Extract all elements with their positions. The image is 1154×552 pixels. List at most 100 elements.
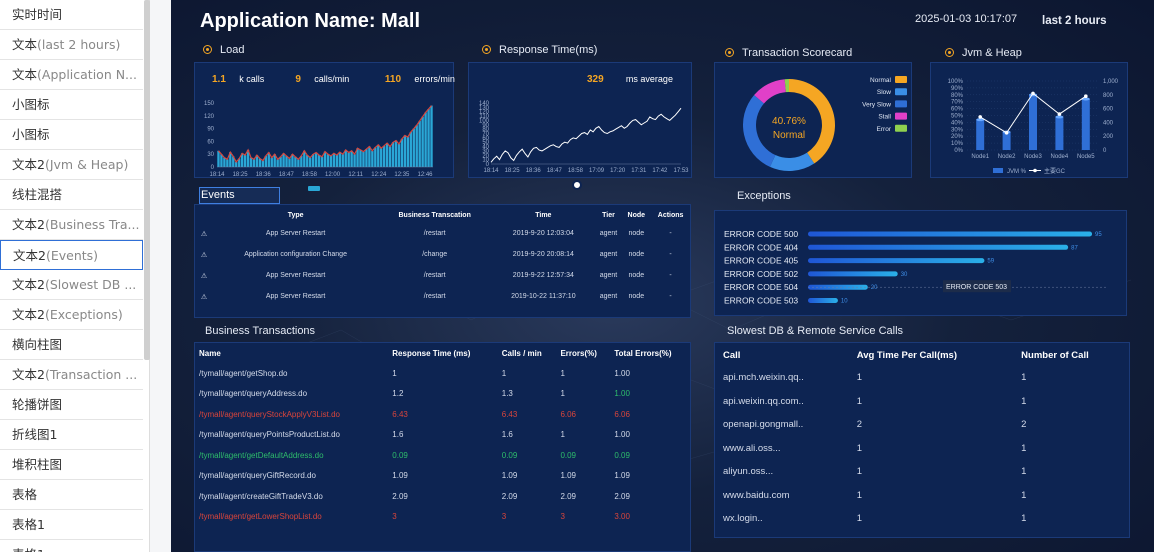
table-row[interactable]: api.weixin.qq.com.. 1 1 [719,390,1130,414]
layer-item[interactable]: 线柱混搭 [0,180,143,210]
layer-item[interactable]: 横向柱图 [0,330,143,360]
column-header: Avg Time Per Call(ms) [856,349,957,361]
load-title-text: Load [220,44,245,56]
load-bar [332,153,336,167]
table-cell[interactable]: - [650,286,691,307]
table-cell[interactable]: - [650,223,691,244]
slowest-table: Call Avg Time Per Call(ms) Number of Call … [719,344,1130,531]
pie-center-label: Normal [773,130,805,141]
load-bar [320,156,324,167]
table-cell[interactable]: - [650,244,691,265]
table-cell: 1 [1021,466,1027,478]
business-table: Name Response Time (ms) Calls / min Errors(… [195,343,692,527]
table-cell: 2.09 [614,491,630,501]
load-bar [365,149,368,167]
value-label: 30 [901,272,908,278]
table-row[interactable]: /tymall/agent/getShop.do 1 1 1 1.00 [195,363,692,384]
exceptions-panel: ERROR CODE 500 95 ERROR CODE 404 87 ERROR CO… [714,210,1127,316]
load-bar [326,154,330,167]
x-tick-label: 17:20 [610,168,626,174]
layer-item[interactable]: 轮播饼图 [0,390,143,420]
table-row[interactable]: /tymall/agent/getDefaultAddress.do 0.09 0.… [195,445,692,466]
table-row[interactable]: api.mch.weixin.qq.. 1 1 [719,366,1130,390]
layer-item[interactable]: 文本2(Slowest DB ... [0,270,143,300]
table-cell: node [628,272,645,279]
events-title[interactable]: Events [199,187,280,204]
layer-item-label: 文本2 [12,307,45,322]
layer-item[interactable]: 实时时间 [0,0,143,30]
table-cell[interactable]: - [650,265,691,286]
layer-item-sublabel: (Slowest DB ... [44,277,137,292]
table-cell: agent [599,230,618,237]
table-cell: 1.6 [501,430,513,440]
load-bar [276,159,279,167]
table-row[interactable]: aliyun.oss... 1 1 [719,460,1130,484]
category-label: ERROR CODE 502 [724,269,798,279]
layer-item[interactable]: 文本2(Business Tra... [0,210,143,240]
layer-item[interactable]: 文本(Application N... [0,60,143,90]
column-header: Call [723,349,741,361]
table-cell: 1 [392,368,397,378]
layer-item[interactable]: 表格1 [0,540,143,552]
table-cell: 1 [856,395,862,407]
y-left-tick-label: 70% [951,100,964,106]
layer-list-scrollbar[interactable] [144,0,150,360]
layer-item[interactable]: 文本2(Events) [0,240,143,270]
y-right-tick-label: 1,000 [1103,79,1119,85]
table-cell: 1 [856,489,862,501]
load-bar [397,143,401,167]
table-row[interactable]: /tymall/agent/queryGiftRecord.do 1.09 1.09… [195,466,692,487]
table-row[interactable]: www.baidu.com 1 1 [719,484,1130,508]
layer-item[interactable]: 文本(last 2 hours) [0,30,143,60]
time-range[interactable]: last 2 hours [1042,15,1107,27]
table-row[interactable]: ⚠ App Server Restart/restart 2019-9-22 12:… [194,265,691,286]
load-bar [400,138,404,167]
table-row[interactable]: www.ali.oss... 1 1 [719,437,1130,461]
table-row[interactable]: /tymall/agent/queryAddress.do 1.2 1.3 1 1.00 [195,384,692,405]
load-bar [394,140,398,167]
table-row[interactable]: openapi.gongmall.. 2 2 [719,413,1130,437]
load-bar [421,116,424,167]
layer-item[interactable]: 小图标 [0,120,143,150]
legend-swatch [993,168,1003,173]
legend-label: 主要GC [1044,167,1066,175]
table-row[interactable]: wx.login.. 1 1 [719,507,1130,531]
value-label: 87 [1071,245,1078,251]
jvm-title: Jvm & Heap [945,47,1022,59]
column-header: Business Transcation [398,211,471,219]
table-cell: 1.3 [501,389,513,399]
table-row[interactable]: /tymall/agent/createGiftTradeV3.do 2.09 2.… [195,486,692,507]
table-row[interactable]: /tymall/agent/queryPointsProductList.do 1… [195,425,692,446]
layer-item[interactable]: 小图标 [0,90,143,120]
table-row[interactable]: /tymall/agent/getLowerShopList.do 3 3 3 3.00 [195,507,692,528]
x-tick-label: 18:25 [505,168,521,174]
value-label: 95 [1095,232,1102,238]
y-tick-label: 60 [207,139,214,145]
layer-item[interactable]: 文本2(Jvm & Heap) [0,150,143,180]
layer-item-label: 实时时间 [12,7,63,22]
table-cell: agent [599,272,618,279]
table-row[interactable]: ⚠ Application configuration Change/change… [194,244,691,265]
y-left-tick-label: 90% [951,86,964,92]
slider-handle[interactable] [572,180,582,190]
table-cell: /change [422,251,448,258]
column-header: Name [199,348,221,358]
table-row[interactable]: /tymall/agent/queryStockApplyV3List.do 6.… [195,404,692,425]
carousel-indicator[interactable] [308,186,320,191]
layer-item[interactable]: 表格1 [0,510,143,540]
layer-item[interactable]: 堆积柱图 [0,450,143,480]
y-left-tick-label: 60% [951,107,964,113]
category-label: ERROR CODE 504 [724,282,798,292]
table-row[interactable]: ⚠ App Server Restart/restart 2019-9-20 12:… [194,223,691,244]
table-cell: 2 [1021,419,1027,431]
table-cell: 0.09 [501,450,518,460]
x-tick-label: Node5 [1077,154,1095,160]
table-row[interactable]: ⚠ App Server Restart/restart 2019-10-22 11… [194,286,691,307]
layer-item[interactable]: 文本2(Transaction ... [0,360,143,390]
y-right-tick-label: 200 [1103,134,1114,140]
layer-item[interactable]: 文本2(Exceptions) [0,300,143,330]
load-title: Load [203,44,244,56]
layer-item[interactable]: 折线图1 [0,420,143,450]
column-header: Calls / min [501,348,542,358]
layer-item[interactable]: 表格 [0,480,143,510]
